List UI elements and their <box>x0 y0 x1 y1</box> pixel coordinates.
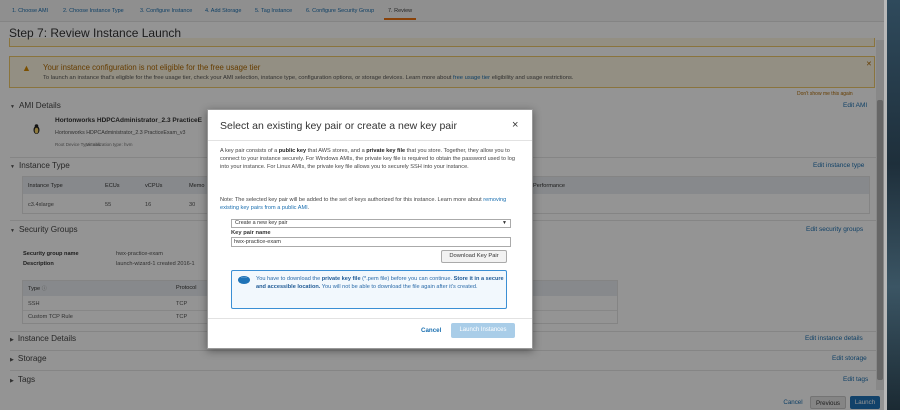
text: Note: The selected key pair will be adde… <box>220 197 484 203</box>
text: A key pair consists of a <box>220 148 279 154</box>
download-key-pair-button[interactable]: Download Key Pair <box>441 250 507 263</box>
key-pair-dialog: Select an existing key pair or create a … <box>207 109 533 349</box>
key-pair-note: Note: The selected key pair will be adde… <box>220 196 520 212</box>
text: You will not be able to download the fil… <box>320 284 478 291</box>
key-pair-name-label: Key pair name <box>231 230 271 236</box>
chevron-down-icon: ▼ <box>502 220 507 226</box>
divider <box>208 140 532 141</box>
text: . <box>307 205 310 212</box>
download-info-box: ··· You have to download the private key… <box>231 270 507 309</box>
select-value: Create a new key pair <box>235 220 288 226</box>
text-bold: public key <box>278 148 307 154</box>
window-border <box>884 0 887 410</box>
key-pair-option-select[interactable]: Create a new key pair ▼ <box>231 219 511 228</box>
dialog-title: Select an existing key pair or create a … <box>220 120 457 132</box>
key-pair-name-input[interactable]: hwx-practice-exam <box>231 237 511 247</box>
text: You have to download the <box>256 276 322 282</box>
close-icon[interactable]: × <box>512 119 518 131</box>
text: that AWS stores, and a <box>306 148 367 154</box>
text-bold: private key file <box>366 148 406 154</box>
ec2-launch-wizard: 1. Choose AMI 2. Choose Instance Type 3.… <box>0 0 884 410</box>
key-pair-explanation: A key pair consists of a public key that… <box>220 147 520 172</box>
ellipsis-info-icon: ··· <box>238 275 250 284</box>
text-bold: private key file <box>321 276 361 282</box>
launch-instances-button[interactable]: Launch Instances <box>451 323 515 338</box>
dialog-cancel-button[interactable]: Cancel <box>421 327 441 334</box>
text: (*.pem file) before you can continue. <box>360 276 454 282</box>
divider <box>208 318 532 319</box>
download-info-text: You have to download the private key fil… <box>256 275 504 292</box>
desktop-background-edge <box>884 0 900 410</box>
